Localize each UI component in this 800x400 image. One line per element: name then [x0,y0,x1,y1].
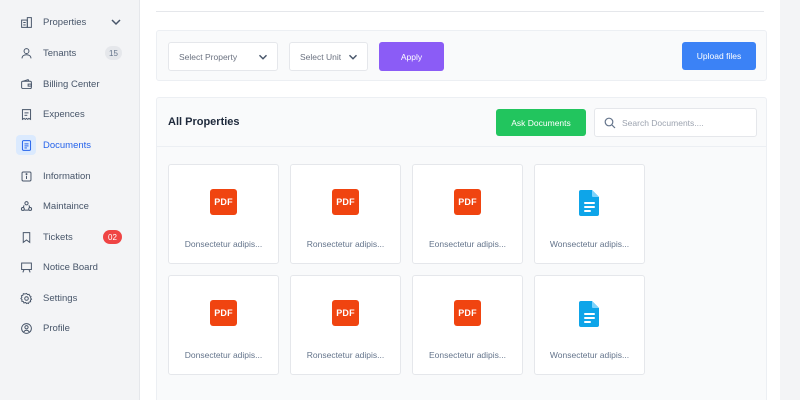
select-unit-dropdown[interactable]: Select Unit [289,42,368,71]
sidebar-item-label: Settings [43,292,78,304]
document-card[interactable]: PDF Donsectetur adipis... [168,164,279,264]
sidebar-item-properties[interactable]: Properties [16,10,128,34]
user-icon [16,43,36,63]
sidebar: Properties Tenants 15 Billing Center Exp… [0,0,140,400]
sidebar-item-label: Documents [43,139,92,151]
sidebar-item-label: Maintaince [43,200,89,212]
sidebar-item-tenants[interactable]: Tenants 15 [16,41,128,65]
upload-files-button[interactable]: Upload files [682,42,756,70]
sidebar-item-maintaince[interactable]: Maintaince [16,194,128,218]
sidebar-item-label: Tenants [43,47,77,59]
select-property-value: Select Property [179,51,238,62]
sidebar-item-label: Information [43,170,91,182]
chevron-down-icon[interactable] [110,16,122,28]
info-icon [16,166,36,186]
document-name: Donsectetur adipis... [184,239,263,249]
document-name: Wonsectetur adipis... [549,239,630,249]
document-name: Eonsectetur adipis... [428,239,506,249]
search-box [594,108,757,137]
sidebar-item-documents[interactable]: Documents [16,133,128,157]
document-card[interactable]: PDF Eonsectetur adipis... [412,164,523,264]
search-input[interactable] [622,115,752,131]
profile-icon [16,318,36,338]
scrollbar[interactable] [780,0,800,400]
document-card[interactable]: PDF Donsectetur adipis... [168,275,279,375]
building-icon [16,12,36,32]
chevron-down-icon [258,54,268,60]
team-icon [16,196,36,216]
sidebar-item-label: Profile [43,322,70,334]
document-icon [16,135,36,155]
filter-panel: Select Property Select Unit Apply Upload… [156,30,767,81]
document-card[interactable]: Wonsectetur adipis... [534,275,645,375]
doc-file-icon [579,301,599,327]
sidebar-item-label: Notice Board [43,261,98,273]
select-unit-value: Select Unit [300,51,342,62]
tickets-alert-badge: 02 [103,230,122,244]
main-content: Select Property Select Unit Apply Upload… [140,0,780,400]
pdf-file-icon: PDF [210,300,237,328]
document-name: Ronsectetur adipis... [306,350,385,360]
pdf-file-icon: PDF [332,300,359,328]
document-card[interactable]: PDF Eonsectetur adipis... [412,275,523,375]
tenants-count-badge: 15 [105,46,122,60]
search-icon [604,117,616,129]
ask-documents-button[interactable]: Ask Documents [496,109,586,136]
sidebar-item-notice-board[interactable]: Notice Board [16,255,128,279]
divider [156,11,764,12]
sidebar-item-profile[interactable]: Profile [16,316,128,340]
board-icon [16,257,36,277]
doc-file-icon [579,190,599,216]
document-name: Donsectetur adipis... [184,350,263,360]
documents-header: All Properties Ask Documents [157,98,766,147]
document-card[interactable]: PDF Ronsectetur adipis... [290,275,401,375]
chevron-down-icon [348,54,358,60]
sidebar-item-information[interactable]: Information [16,164,128,188]
sidebar-item-expences[interactable]: Expences [16,102,128,126]
page-title: All Properties [168,116,240,128]
receipt-icon [16,104,36,124]
sidebar-item-settings[interactable]: Settings [16,286,128,310]
bookmark-icon [16,227,36,247]
apply-button[interactable]: Apply [379,42,444,71]
document-name: Wonsectetur adipis... [549,350,630,360]
pdf-file-icon: PDF [210,189,237,217]
document-name: Eonsectetur adipis... [428,350,506,360]
wallet-icon [16,74,36,94]
gear-icon [16,288,36,308]
pdf-file-icon: PDF [332,189,359,217]
document-name: Ronsectetur adipis... [306,239,385,249]
sidebar-item-tickets[interactable]: Tickets 02 [16,225,128,249]
sidebar-item-label: Billing Center [43,78,100,90]
sidebar-item-label: Expences [43,108,85,120]
select-property-dropdown[interactable]: Select Property [168,42,278,71]
documents-panel: All Properties Ask Documents PDF Donsect… [156,97,767,400]
document-card[interactable]: PDF Ronsectetur adipis... [290,164,401,264]
sidebar-item-label: Tickets [43,231,73,243]
pdf-file-icon: PDF [454,189,481,217]
sidebar-item-label: Properties [43,16,87,28]
sidebar-item-billing-center[interactable]: Billing Center [16,72,128,96]
pdf-file-icon: PDF [454,300,481,328]
document-card[interactable]: Wonsectetur adipis... [534,164,645,264]
